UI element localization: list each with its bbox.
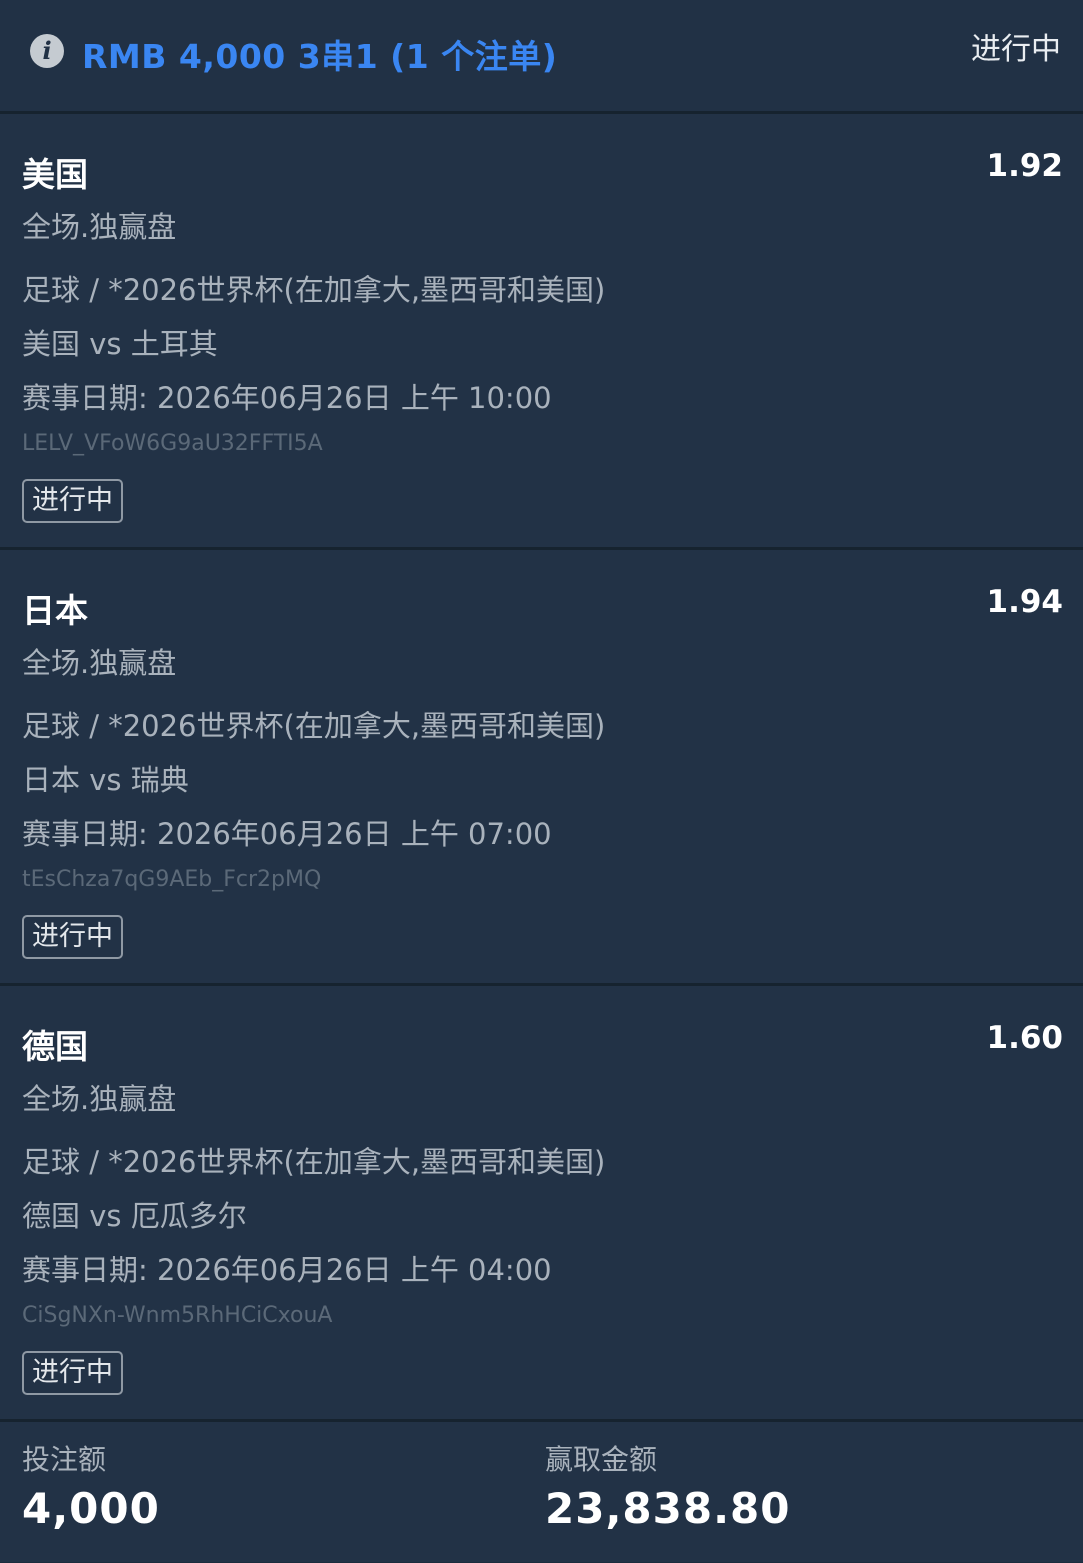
info-icon[interactable]: i (30, 34, 64, 68)
leg-selection: 日本 (22, 591, 88, 630)
leg-status-badge: 进行中 (22, 915, 123, 959)
leg-bet-id: LELV_VFoW6G9aU32FFTI5A (22, 431, 323, 456)
leg-odds: 1.60 (986, 1020, 1064, 1056)
leg-market: 全场.独赢盘 (22, 210, 177, 244)
leg-odds: 1.94 (986, 584, 1064, 620)
leg-bet-id: CiSgNXn-Wnm5RhHCiCxouA (22, 1303, 333, 1328)
leg-market: 全场.独赢盘 (22, 1082, 177, 1116)
bet-slip-header[interactable]: i RMB 4,000 3串1 (1 个注单) 进行中 (0, 0, 1083, 114)
leg-status-badge: 进行中 (22, 479, 123, 523)
leg-match: 日本 vs 瑞典 (22, 763, 189, 797)
leg-bet-id: tEsChza7qG9AEb_Fcr2pMQ (22, 867, 322, 892)
bet-summary: 投注额 4,000 赢取金额 23,838.80 (0, 1422, 1083, 1562)
leg-league: 足球 / *2026世界杯(在加拿大,墨西哥和美国) (22, 709, 606, 743)
leg-market: 全场.独赢盘 (22, 646, 177, 680)
leg-selection: 德国 (22, 1027, 88, 1066)
leg-league: 足球 / *2026世界杯(在加拿大,墨西哥和美国) (22, 273, 606, 307)
leg-league: 足球 / *2026世界杯(在加拿大,墨西哥和美国) (22, 1145, 606, 1179)
bet-slip-title: RMB 4,000 3串1 (1 个注单) (82, 37, 558, 76)
bet-leg: 德国 1.60 全场.独赢盘 足球 / *2026世界杯(在加拿大,墨西哥和美国… (0, 986, 1083, 1422)
leg-status-badge: 进行中 (22, 1351, 123, 1395)
leg-date: 赛事日期: 2026年06月26日 上午 04:00 (22, 1253, 552, 1287)
payout-label: 赢取金额 (545, 1443, 658, 1476)
leg-odds: 1.92 (986, 148, 1064, 184)
leg-date: 赛事日期: 2026年06月26日 上午 10:00 (22, 381, 552, 415)
stake-value: 4,000 (22, 1484, 160, 1533)
leg-match: 美国 vs 土耳其 (22, 327, 218, 361)
leg-selection: 美国 (22, 155, 88, 194)
bet-leg: 美国 1.92 全场.独赢盘 足球 / *2026世界杯(在加拿大,墨西哥和美国… (0, 114, 1083, 550)
leg-date: 赛事日期: 2026年06月26日 上午 07:00 (22, 817, 552, 851)
leg-match: 德国 vs 厄瓜多尔 (22, 1199, 247, 1233)
payout-value: 23,838.80 (545, 1484, 791, 1533)
bet-leg: 日本 1.94 全场.独赢盘 足球 / *2026世界杯(在加拿大,墨西哥和美国… (0, 550, 1083, 986)
bet-status: 进行中 (971, 32, 1061, 67)
stake-label: 投注额 (22, 1443, 107, 1476)
